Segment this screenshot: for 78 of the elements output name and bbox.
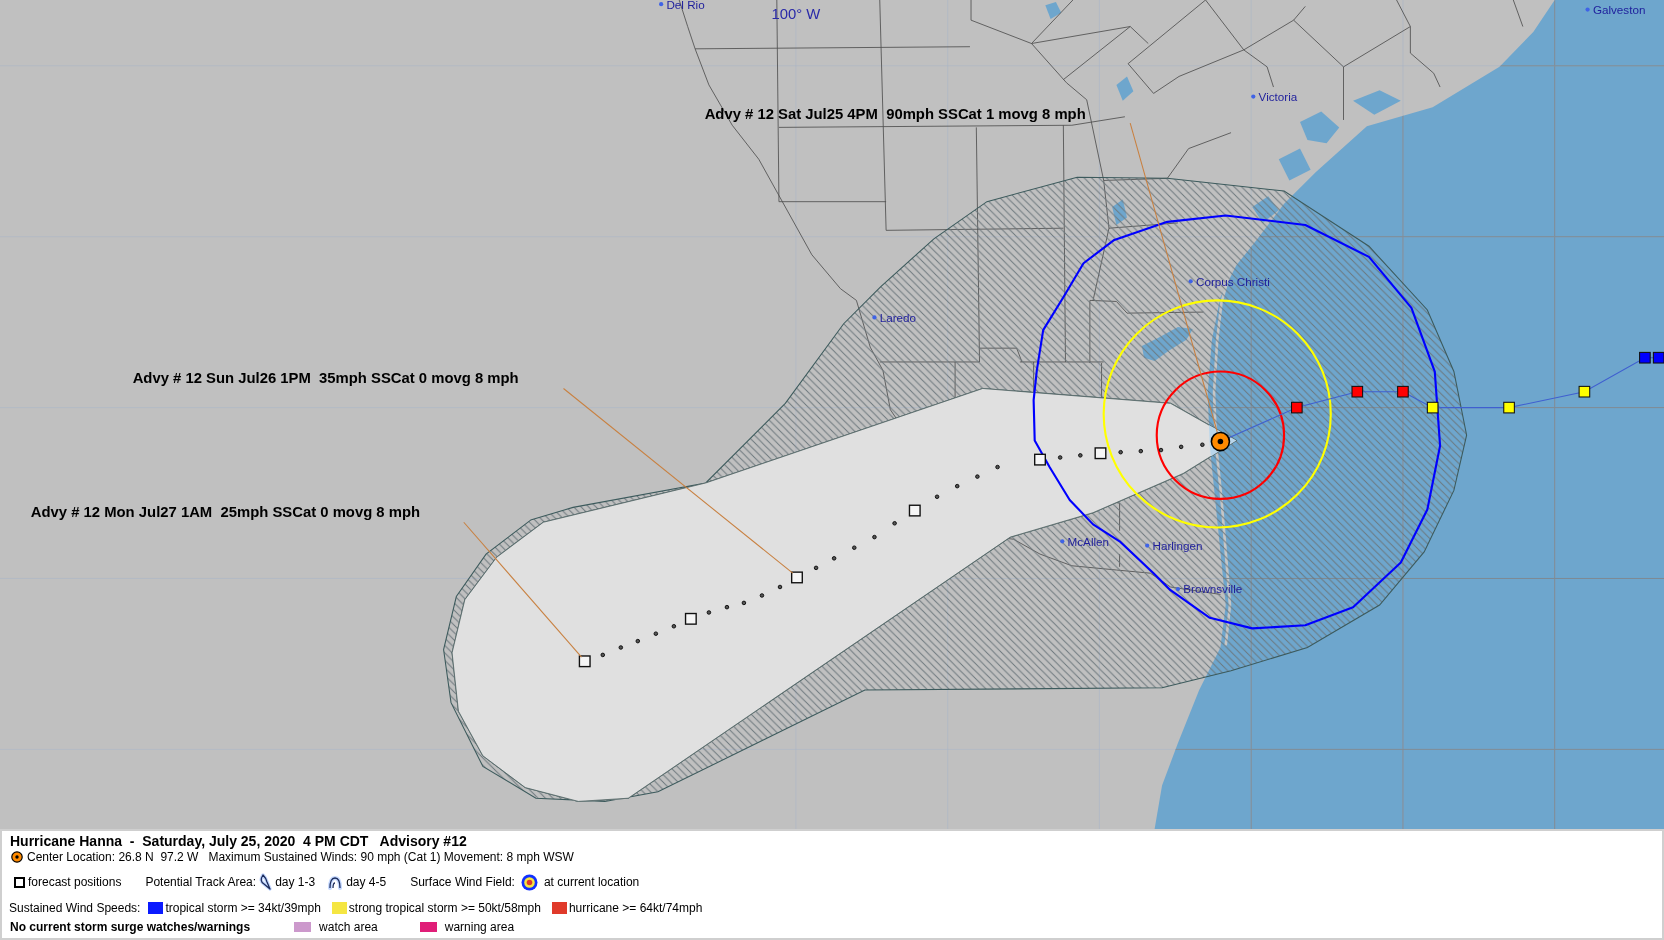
forecast-track-dot: [653, 631, 659, 636]
bay-water: [1278, 148, 1311, 181]
city-label: Victoria: [1258, 89, 1298, 103]
storm-details: Center Location: 26.8 N 97.2 W Maximum Sustained Winds: 90 mph (Cat 1) Movement: 8 mph WSW: [27, 849, 574, 864]
forecast-track-dot: [934, 494, 940, 499]
city-label: Galveston: [1592, 2, 1646, 16]
city-label: McAllen: [1067, 534, 1110, 548]
forecast-position-icon: [14, 876, 25, 888]
city-marker-icon: [1251, 94, 1256, 99]
forecast-track-dot: [759, 593, 765, 598]
city-marker-icon: [659, 2, 664, 7]
forecast-track-dot: [1057, 455, 1063, 460]
city-marker-icon: [872, 315, 877, 320]
forecast-track-dot: [892, 521, 897, 526]
city-label: Brownsville: [1183, 582, 1243, 596]
legend-heading: Potential Track Area:: [145, 875, 257, 889]
forecast-track-dot: [1138, 448, 1144, 454]
forecast-track-dot: [852, 545, 857, 550]
forecast-track-dot: [975, 474, 980, 479]
forecast-track-dot: [706, 610, 712, 615]
forecast-position-marker: [790, 571, 803, 584]
longitude-label: 100° W: [771, 6, 821, 23]
city-label: Corpus Christi: [1196, 274, 1270, 288]
advisory-label: Advy # 12 Mon Jul27 1AM 25mph SSCat 0 movg 8 mph: [30, 503, 421, 520]
advisory-label: Advy # 12 Sun Jul26 1PM 35mph SSCat 0 movg 8 mph: [132, 370, 519, 387]
city-label: Harlingen: [1152, 538, 1203, 552]
forecast-track-dot: [1118, 449, 1123, 455]
advisory-label: Advy # 12 Sat Jul25 4PM 90mph SSCat 1 movg 8 mph: [704, 105, 1086, 122]
surge-status: No current storm surge watches/warnings: [10, 920, 251, 934]
city-marker-icon: [1188, 279, 1193, 284]
track-arch-icon: [327, 874, 344, 890]
wind-field-icon: [520, 873, 538, 891]
advisory-title: Hurricane Hanna - Saturday, July 25, 2020 4 PM CDT Advisory #12: [9, 832, 468, 849]
forecast-track-dot: [724, 604, 730, 610]
forecast-track-dot: [1158, 447, 1164, 453]
forecast-track-dot: [813, 565, 819, 571]
forecast-position-marker: [1094, 447, 1107, 460]
forecast-track-dot: [741, 600, 747, 606]
lake-water: [1116, 76, 1134, 101]
city-label: Laredo: [879, 310, 917, 324]
legend-label: forecast positions: [28, 875, 122, 889]
legend-label: day 1-3: [275, 875, 316, 889]
forecast-track-dot: [635, 638, 641, 644]
forecast-track-dot: [671, 624, 677, 629]
storm-center-icon: [11, 850, 23, 863]
city-label: Del Rio: [666, 0, 705, 11]
legend-label: strong tropical storm >= 50kt/58mph: [348, 901, 541, 915]
forecast-track-dot: [600, 652, 605, 658]
forecast-track-dot: [618, 645, 624, 650]
forecast-track-dot: [777, 584, 783, 590]
legend-label: tropical storm >= 34kt/39mph: [165, 901, 321, 915]
forecast-track-dot: [995, 464, 1000, 470]
forecast-track-dot: [872, 534, 877, 540]
legend-label: day 4-5: [346, 875, 387, 889]
forecast-track-dot: [1178, 444, 1184, 450]
legend-label: watch area: [319, 920, 378, 934]
forecast-position-marker: [1034, 453, 1046, 466]
city-marker-icon: [1585, 7, 1590, 12]
track-cone-icon: [258, 873, 273, 891]
forecast-track-dot: [1200, 442, 1205, 447]
storm-center-icon: [1210, 431, 1231, 452]
forecast-position-marker: [684, 612, 697, 625]
legend-label: at current location: [543, 875, 640, 889]
legend-label: warning area: [444, 920, 515, 934]
forecast-position-marker: [908, 504, 921, 517]
legend-label: hurricane >= 64kt/74mph: [568, 901, 703, 915]
city-marker-icon: [1175, 587, 1181, 592]
forecast-position-marker: [578, 655, 591, 668]
city-marker-icon: [1060, 539, 1065, 544]
legend-heading: Surface Wind Field:: [410, 875, 515, 889]
lake-water: [1045, 2, 1062, 20]
bay-water: [1300, 111, 1340, 144]
city-marker-icon: [1145, 543, 1150, 548]
forecast-track-dot: [1078, 453, 1083, 458]
legend-heading: Sustained Wind Speeds:: [9, 901, 141, 915]
bay-water: [1353, 90, 1401, 115]
forecast-track-dot: [955, 483, 960, 489]
forecast-track-dot: [831, 556, 837, 561]
